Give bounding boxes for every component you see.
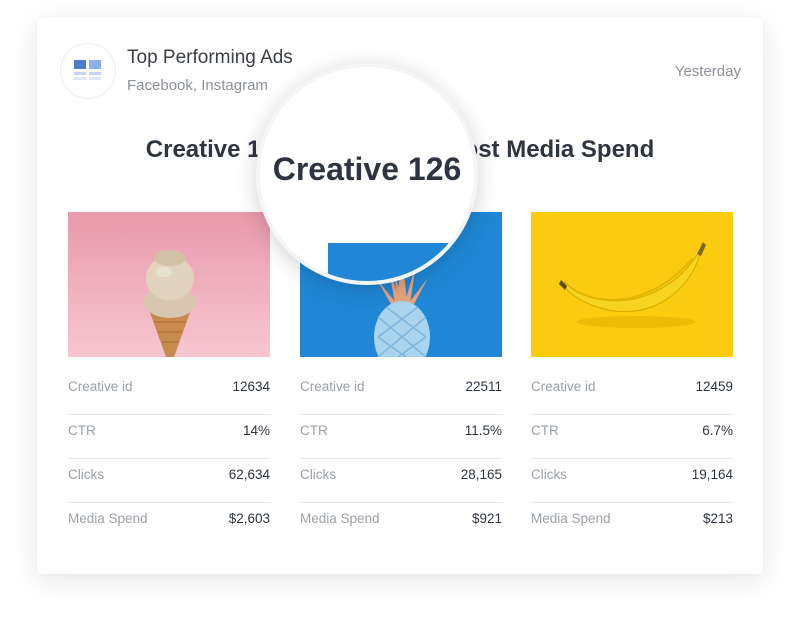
stat-value: $2,603 — [228, 511, 270, 526]
stat-row-creative-id: Creative id 22511 — [300, 371, 502, 415]
stat-value: 12634 — [232, 379, 270, 394]
magnifier-lens: Creative 126 — [256, 63, 478, 285]
stat-value: 28,165 — [460, 467, 502, 482]
stat-value: 14% — [242, 423, 270, 438]
stat-row-ctr: CTR 14% — [68, 415, 270, 459]
report-platforms: Facebook, Instagram — [127, 77, 268, 94]
creative-stats: Creative id 12459 CTR 6.7% Clicks 19,164… — [531, 371, 733, 546]
creative-card[interactable]: Creative id 12634 CTR 14% Clicks 62,634 … — [68, 212, 270, 546]
grid-icon — [60, 43, 116, 99]
stat-value: 62,634 — [228, 467, 270, 482]
creative-card[interactable]: Creative id 12459 CTR 6.7% Clicks 19,164… — [531, 212, 733, 546]
stat-value: $213 — [702, 511, 733, 526]
stat-value: 19,164 — [691, 467, 733, 482]
stat-row-ctr: CTR 6.7% — [531, 415, 733, 459]
report-title: Top Performing Ads — [127, 47, 293, 68]
stat-value: 11.5% — [464, 423, 502, 438]
stat-row-ctr: CTR 11.5% — [300, 415, 502, 459]
stat-value: $921 — [471, 511, 502, 526]
stat-value: 22511 — [465, 379, 502, 394]
creative-stats: Creative id 22511 CTR 11.5% Clicks 28,16… — [300, 371, 502, 546]
stat-row-clicks: Clicks 28,165 — [300, 459, 502, 503]
stat-value: 12459 — [695, 379, 733, 394]
report-date: Yesterday — [674, 63, 741, 80]
magnified-image-edge — [328, 243, 474, 281]
stat-row-creative-id: Creative id 12459 — [531, 371, 733, 415]
stat-row-creative-id: Creative id 12634 — [68, 371, 270, 415]
stat-row-clicks: Clicks 19,164 — [531, 459, 733, 503]
stat-row-media-spend: Media Spend $2,603 — [68, 503, 270, 546]
stat-label: Creative id — [531, 379, 596, 394]
stat-label: CTR — [531, 423, 559, 438]
stat-label: CTR — [68, 423, 96, 438]
stat-row-media-spend: Media Spend $213 — [531, 503, 733, 546]
creative-image-banana[interactable] — [531, 212, 733, 357]
stat-label: Clicks — [68, 467, 104, 482]
stat-row-clicks: Clicks 62,634 — [68, 459, 270, 503]
stat-label: Clicks — [300, 467, 336, 482]
creative-image-ice-cream[interactable] — [68, 212, 270, 357]
magnified-text: Creative 126 — [272, 151, 462, 187]
stat-label: CTR — [300, 423, 328, 438]
stat-label: Creative id — [300, 379, 365, 394]
stat-value: 6.7% — [702, 423, 733, 438]
stat-label: Media Spend — [300, 511, 380, 526]
stat-row-media-spend: Media Spend $921 — [300, 503, 502, 546]
stat-label: Creative id — [68, 379, 133, 394]
creative-stats: Creative id 12634 CTR 14% Clicks 62,634 … — [68, 371, 270, 546]
stat-label: Media Spend — [531, 511, 611, 526]
stat-label: Clicks — [531, 467, 567, 482]
stat-label: Media Spend — [68, 511, 148, 526]
